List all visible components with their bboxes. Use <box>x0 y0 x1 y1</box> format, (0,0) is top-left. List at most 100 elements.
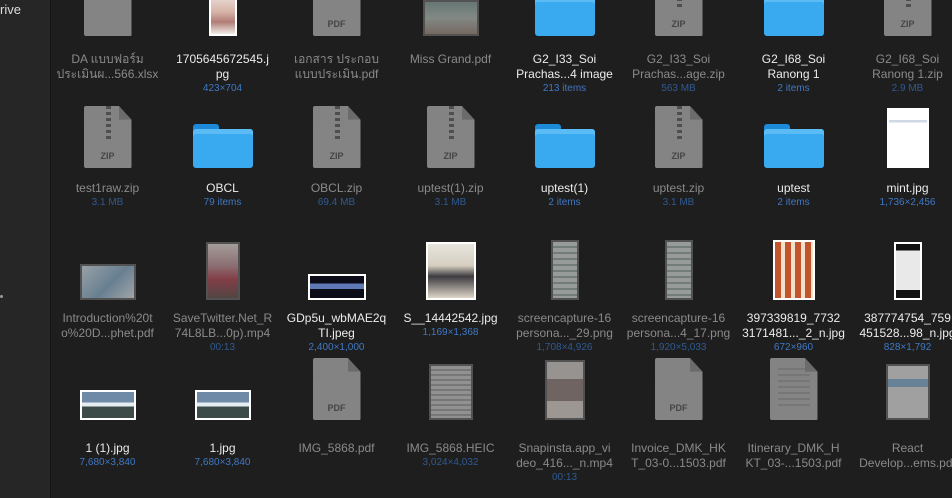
file-thumbnail[interactable]: ZIP <box>850 0 952 36</box>
file-meta: 3.1 MB <box>434 197 467 208</box>
photo-portrait-thumbnail <box>208 0 237 36</box>
file-thumbnail[interactable] <box>393 230 508 300</box>
file-meta: 1,736×2,456 <box>879 197 936 208</box>
file-meta: 2.9 MB <box>891 83 924 94</box>
folder-icon <box>534 124 595 168</box>
file-thumbnail[interactable] <box>279 230 394 300</box>
screenshot-tall-thumbnail <box>664 240 693 300</box>
pdf-icon: PDF <box>312 358 361 420</box>
file-name: mint.jpg <box>886 181 929 195</box>
sidebar-marker <box>0 295 3 298</box>
file-name: 1.jpg <box>209 441 236 455</box>
file-thumbnail[interactable]: XLSX <box>50 0 165 36</box>
file-name: 1 (1).jpg <box>85 441 130 455</box>
spreadsheet-icon: XLSX <box>83 0 132 36</box>
resume-thumbnail <box>886 108 929 168</box>
file-thumbnail[interactable]: PDF <box>279 0 394 36</box>
file-thumbnail[interactable]: ZIP <box>621 0 736 36</box>
banner-thumbnail <box>307 274 366 300</box>
file-name: screencapture-16 persona...4_17.png <box>626 311 731 340</box>
file-name: test1raw.zip <box>75 181 140 195</box>
file-type-tag: ZIP <box>100 151 115 161</box>
file-name: DA แบบฟอร์ม ประเมินผ...566.xlsx <box>56 52 159 81</box>
react-thumbnail <box>885 364 930 420</box>
sidebar: rive <box>0 0 51 498</box>
file-thumbnail[interactable] <box>393 0 508 36</box>
file-thumbnail[interactable]: ZIP <box>393 98 508 168</box>
file-thumbnail[interactable] <box>850 230 952 300</box>
folder-icon <box>192 124 253 168</box>
file-meta: 79 items <box>203 197 242 208</box>
zip-icon: ZIP <box>312 106 361 168</box>
file-thumbnail[interactable] <box>850 350 952 420</box>
file-meta: 69.4 MB <box>317 197 356 208</box>
folder-icon <box>534 0 595 36</box>
sidebar-item-drive[interactable]: rive <box>0 2 21 17</box>
folder-icon <box>763 0 824 36</box>
scan-thumbnail <box>428 364 473 420</box>
file-thumbnail[interactable]: ZIP <box>50 98 165 168</box>
file-thumbnail[interactable] <box>50 350 165 420</box>
file-name: uptest.zip <box>652 181 705 195</box>
zip-icon: ZIP <box>883 0 932 36</box>
file-name: Invoice_DMK_HK T_03-0...1503.pdf <box>631 441 726 470</box>
pdf-icon: PDF <box>654 358 703 420</box>
pano-thumbnail <box>79 390 136 420</box>
file-thumbnail[interactable] <box>507 230 622 300</box>
file-thumbnail[interactable] <box>736 0 851 36</box>
file-name: OBCL.zip <box>310 181 363 195</box>
file-thumbnail[interactable]: PDF <box>279 350 394 420</box>
menu-thumbnail <box>772 240 815 300</box>
file-thumbnail[interactable] <box>736 350 851 420</box>
file-type-tag: PDF <box>327 19 346 29</box>
file-thumbnail[interactable] <box>850 98 952 168</box>
file-name: Snapinsta.app_vi deo_416..._n.mp4 <box>516 441 613 470</box>
file-thumbnail[interactable] <box>165 230 280 300</box>
file-thumbnail[interactable] <box>736 230 851 300</box>
file-type-tag: PDF <box>669 403 688 413</box>
file-name: uptest(1).zip <box>417 181 484 195</box>
file-name: IMG_5868.HEIC <box>406 441 495 455</box>
file-thumbnail[interactable] <box>621 230 736 300</box>
pano-thumbnail <box>194 390 251 420</box>
file-meta: 00:13 <box>551 472 578 483</box>
file-type-tag: ZIP <box>900 19 915 29</box>
file-thumbnail[interactable] <box>507 98 622 168</box>
file-name: G2_I33_Soi Prachas...4 image <box>516 52 613 81</box>
file-type-tag: ZIP <box>671 19 686 29</box>
file-name: Introduction%20t o%20D...phet.pdf <box>61 311 154 340</box>
zip-icon: ZIP <box>654 106 703 168</box>
folder-body <box>534 0 595 36</box>
file-thumbnail[interactable]: ZIP <box>621 98 736 168</box>
phone-thumbnail <box>893 242 922 300</box>
zip-icon: ZIP <box>654 0 703 36</box>
file-name: S__14442542.jpg <box>403 311 498 325</box>
file-thumbnail[interactable] <box>165 98 280 168</box>
file-name: OBCL <box>206 181 239 195</box>
screenshot-tall-thumbnail <box>550 240 579 300</box>
file-thumbnail[interactable]: PDF <box>621 350 736 420</box>
file-name: 387774754_759 451528...98_n.jpg <box>859 311 952 340</box>
zipper-stripe <box>676 0 682 8</box>
document-icon <box>769 358 818 420</box>
file-thumbnail[interactable] <box>507 350 622 420</box>
file-thumbnail[interactable] <box>393 350 508 420</box>
file-thumbnail[interactable] <box>507 0 622 36</box>
video-group-thumbnail <box>544 360 585 420</box>
file-meta: 3.1 MB <box>662 197 695 208</box>
file-thumbnail[interactable] <box>736 98 851 168</box>
file-thumbnail[interactable] <box>165 0 280 36</box>
file-thumbnail[interactable]: ZIP <box>279 98 394 168</box>
file-name: เอกสาร ประกอบ แบบประเมิน.pdf <box>293 52 379 81</box>
file-meta: 2 items <box>777 197 810 208</box>
slide-thumbnail <box>79 264 136 300</box>
file-name: Itinerary_DMK_H KT_03-...1503.pdf <box>745 441 842 470</box>
document-lines <box>777 368 810 408</box>
file-thumbnail[interactable] <box>50 230 165 300</box>
folder-body <box>763 129 824 168</box>
zipper-stripe <box>448 106 454 140</box>
file-name: G2_I33_Soi Prachas...age.zip <box>632 52 725 81</box>
file-thumbnail[interactable] <box>165 350 280 420</box>
file-meta: 563 MB <box>661 83 696 94</box>
zipper-stripe <box>905 0 911 8</box>
